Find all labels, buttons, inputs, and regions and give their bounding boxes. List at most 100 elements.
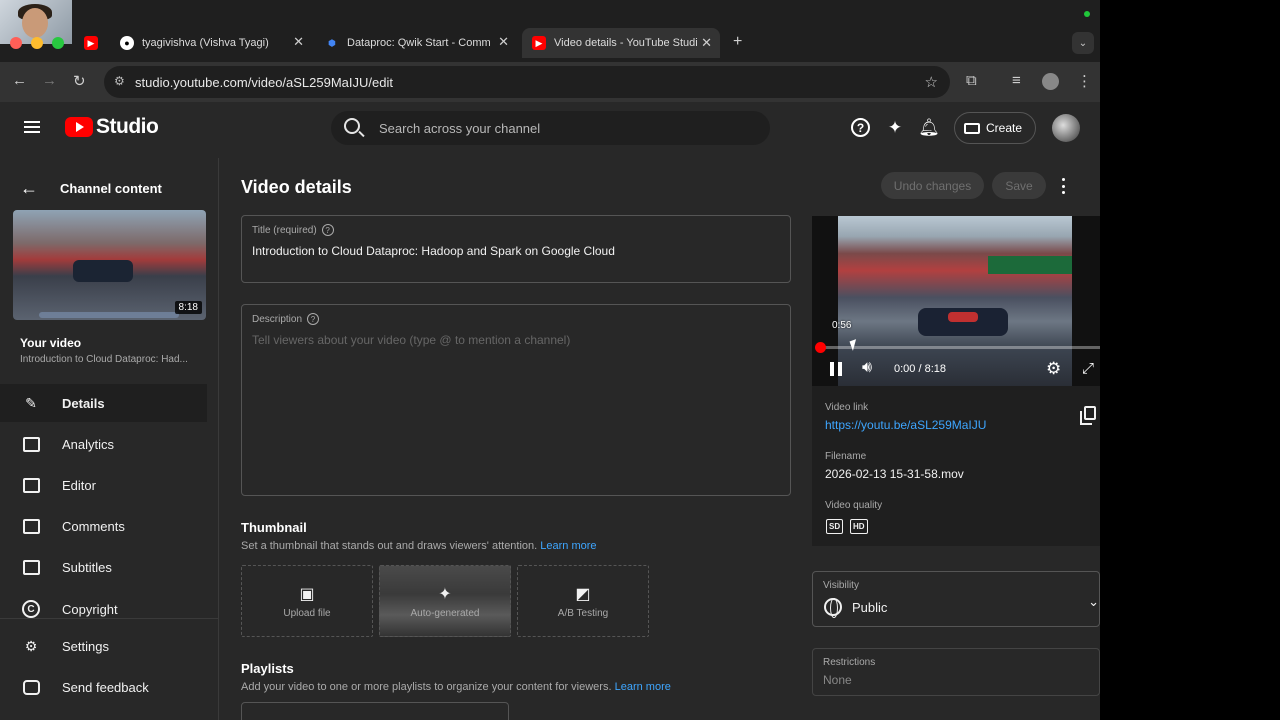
youtube-icon: ▶	[84, 36, 98, 50]
notifications-bell-icon[interactable]: 🔔︎	[918, 118, 940, 138]
search-input[interactable]	[379, 111, 759, 145]
subtitles-icon	[21, 557, 41, 577]
title-field[interactable]: Title (required) ? Introduction to Cloud…	[241, 215, 791, 283]
create-video-icon	[964, 122, 980, 134]
reload-icon[interactable]: ↻	[73, 72, 86, 90]
tab-youtube-pinned[interactable]: ▶	[84, 32, 106, 54]
browser-tab-strip: ▶ ● tyagivishva (Vishva Tyagi) ✕ ⬢ Datap…	[0, 0, 1100, 62]
tab-label: Video details - YouTube Studi	[554, 37, 698, 49]
close-window-button[interactable]	[10, 37, 22, 49]
volume-icon[interactable]: 🔊︎	[862, 359, 872, 377]
page-title: Video details	[241, 177, 352, 197]
video-player[interactable]: 🔊︎ 0:00 / 8:18 ⚙ ⤢	[812, 216, 1100, 386]
site-info-icon[interactable]: ⚙	[114, 74, 125, 88]
close-tab-icon[interactable]: ✕	[498, 34, 509, 50]
sidebar-item-details[interactable]: ✎ Details	[0, 384, 207, 422]
ab-testing-button[interactable]: ◩ A/B Testing	[517, 565, 649, 637]
video-link[interactable]: https://youtu.be/aSL259MaIJU	[825, 418, 986, 432]
back-arrow-icon: ←	[20, 178, 38, 198]
your-video-heading: Your video	[20, 336, 82, 350]
github-icon: ●	[120, 36, 134, 50]
gear-icon[interactable]: ⚙	[1046, 359, 1061, 379]
more-options-icon[interactable]	[1058, 176, 1068, 196]
save-button[interactable]: Save	[992, 172, 1046, 199]
thumbnail-heading: Thumbnail	[241, 520, 307, 535]
filename-value: 2026-02-13 15-31-58.mov	[825, 467, 964, 481]
hd-badge: HD	[850, 519, 868, 534]
sidebar-item-analytics[interactable]: Analytics	[0, 425, 207, 463]
url-text: studio.youtube.com/video/aSL259MaIJU/edi…	[135, 75, 393, 90]
sidebar-item-settings[interactable]: ⚙ Settings	[0, 627, 207, 665]
search-bar[interactable]	[331, 111, 770, 145]
minimize-window-button[interactable]	[31, 37, 43, 49]
playlists-subtext: Add your video to one or more playlists …	[241, 681, 671, 693]
title-input[interactable]: Introduction to Cloud Dataproc: Hadoop a…	[252, 244, 615, 258]
video-quality-label: Video quality	[825, 500, 883, 511]
progress-bar[interactable]	[815, 342, 1100, 353]
description-field[interactable]: Description ? Tell viewers about your vi…	[241, 304, 791, 496]
studio-header: Studio ? ✦ 🔔︎ Create	[0, 102, 1100, 158]
fullscreen-icon[interactable]: ⤢	[1082, 360, 1094, 377]
undo-changes-button[interactable]: Undo changes	[881, 172, 984, 199]
back-icon[interactable]: ←	[12, 72, 27, 89]
upload-file-button[interactable]: ▣ Upload file	[241, 565, 373, 637]
studio-page: Studio ? ✦ 🔔︎ Create ← Channel content 8…	[0, 102, 1100, 720]
media-control-icon[interactable]: ≡	[1012, 72, 1021, 89]
playlist-select[interactable]	[241, 702, 509, 720]
maximize-window-button[interactable]	[52, 37, 64, 49]
your-video-title: Introduction to Cloud Dataproc: Had...	[20, 354, 188, 365]
visibility-label: Visibility	[823, 580, 859, 591]
thumbnail-subtext: Set a thumbnail that stands out and draw…	[241, 540, 597, 552]
gear-icon: ⚙	[24, 637, 38, 654]
sidebar-item-subtitles[interactable]: Subtitles	[0, 548, 207, 586]
sidebar-item-send-feedback[interactable]: Send feedback	[0, 668, 207, 706]
copy-icon[interactable]	[1080, 406, 1096, 425]
learn-more-link[interactable]: Learn more	[615, 681, 671, 693]
address-bar[interactable]: ⚙ studio.youtube.com/video/aSL259MaIJU/e…	[104, 66, 950, 98]
sidebar-item-copyright[interactable]: C Copyright	[0, 590, 207, 628]
account-avatar[interactable]	[1052, 114, 1080, 142]
extensions-icon[interactable]: ⧉	[966, 72, 977, 89]
video-thumbnail[interactable]: 8:18	[13, 210, 206, 320]
bookmark-star-icon[interactable]: ☆	[925, 73, 938, 91]
help-icon[interactable]: ?	[321, 224, 334, 236]
learn-more-link[interactable]: Learn more	[540, 540, 596, 552]
help-icon[interactable]: ?	[851, 118, 870, 137]
close-tab-icon[interactable]: ✕	[701, 35, 712, 51]
pause-icon[interactable]	[830, 362, 842, 376]
sparkle-icon: ✦	[438, 585, 452, 603]
video-link-label: Video link	[825, 402, 869, 413]
analytics-icon	[21, 434, 41, 454]
duration-badge: 8:18	[174, 301, 202, 314]
profile-avatar[interactable]	[1042, 73, 1059, 90]
forward-icon[interactable]: →	[42, 72, 57, 89]
sidebar-item-comments[interactable]: Comments	[0, 507, 207, 545]
studio-logo[interactable]: Studio	[65, 115, 159, 139]
youtube-logo-icon	[65, 117, 93, 137]
new-tab-button[interactable]: +	[733, 33, 742, 51]
menu-icon[interactable]	[24, 121, 40, 133]
sidebar-divider	[0, 618, 218, 619]
copyright-icon: C	[21, 599, 41, 619]
video-frame	[838, 216, 1072, 386]
tab-label: tyagivishva (Vishva Tyagi)	[142, 37, 269, 49]
back-to-channel-content[interactable]: ← Channel content	[20, 178, 162, 199]
hover-time-tooltip: 0:56	[832, 320, 852, 331]
globe-icon	[824, 598, 842, 618]
description-input[interactable]: Tell viewers about your video (type @ to…	[252, 333, 570, 347]
chevron-down-icon: ⌄	[1088, 594, 1099, 609]
create-button[interactable]: Create	[954, 112, 1036, 144]
sparkle-icon[interactable]: ✦	[885, 118, 905, 138]
browser-menu-icon[interactable]: ⋮	[1077, 72, 1092, 90]
title-field-label: Title (required)	[252, 224, 317, 236]
tab-search-icon[interactable]: ⌄	[1072, 32, 1094, 54]
sidebar-item-editor[interactable]: Editor	[0, 466, 207, 504]
tab-github[interactable]: ● tyagivishva (Vishva Tyagi) ✕	[120, 32, 304, 54]
scrubber-handle[interactable]	[815, 342, 826, 353]
close-tab-icon[interactable]: ✕	[293, 34, 304, 50]
tab-video-details[interactable]: ▶ Video details - YouTube Studi ✕	[522, 28, 720, 58]
tab-dataproc[interactable]: ⬢ Dataproc: Qwik Start - Comm ✕	[325, 32, 509, 54]
visibility-select[interactable]: Visibility Public ⌄	[812, 571, 1100, 627]
auto-generated-button[interactable]: ✦ Auto-generated	[379, 565, 511, 637]
help-icon[interactable]: ?	[307, 313, 320, 325]
